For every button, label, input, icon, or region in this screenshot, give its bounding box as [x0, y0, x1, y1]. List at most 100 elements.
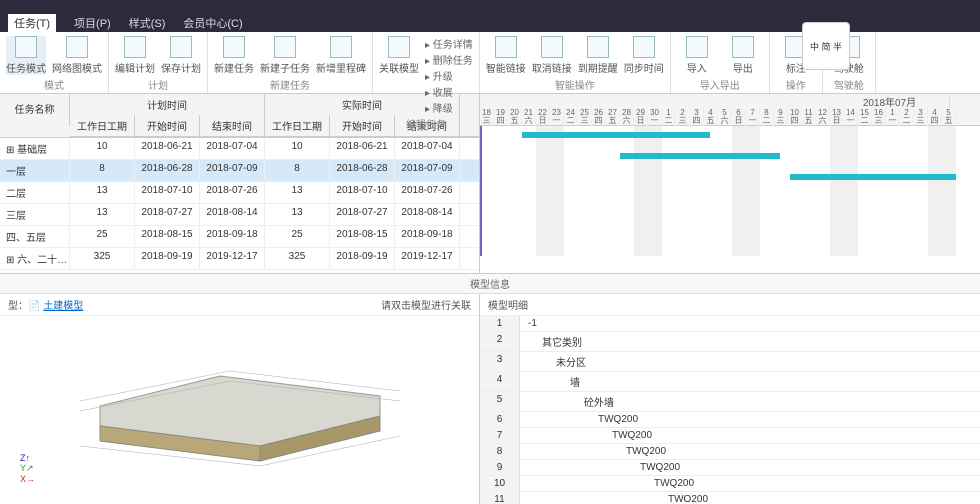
- ribbon-btn-3-0[interactable]: 关联模型: [379, 36, 419, 75]
- model-link[interactable]: 土建模型: [43, 301, 83, 312]
- col-header[interactable]: 工作日工期: [70, 115, 135, 136]
- model-detail-title: 模型明细: [480, 294, 980, 316]
- data-cell: 2018-08-14: [395, 204, 460, 225]
- title-bar: [0, 0, 980, 14]
- avatar[interactable]: 中 简 半: [802, 22, 850, 70]
- model-3d-view[interactable]: Z↑Y↗X→: [0, 316, 479, 504]
- data-cell: 2018-08-15: [135, 226, 200, 247]
- ribbon-group-label: 新建任务: [270, 76, 310, 93]
- detail-row[interactable]: 6TWQ200: [480, 412, 980, 428]
- detail-row[interactable]: 4墙: [480, 372, 980, 392]
- ribbon-btn-2-1[interactable]: 新建子任务: [260, 36, 310, 75]
- ribbon: 任务模式网络图模式模式编辑计划保存计划计划新建任务新建子任务新增里程碑新建任务关…: [0, 32, 980, 94]
- detail-row[interactable]: 2其它类别: [480, 332, 980, 352]
- col-header[interactable]: 工作日工期: [265, 115, 330, 136]
- row-number: 10: [480, 476, 520, 491]
- col-header[interactable]: 开始时间: [330, 115, 395, 136]
- detail-row[interactable]: 7TWQ200: [480, 428, 980, 444]
- row-value: TWO200: [520, 492, 716, 504]
- gantt-day: 14一: [844, 108, 858, 126]
- ribbon-btn-1-1[interactable]: 保存计划: [161, 36, 201, 75]
- menu-tasks[interactable]: 任务(T): [8, 14, 56, 32]
- table-row[interactable]: 四、五层252018-08-152018-09-18252018-08-1520…: [0, 226, 479, 248]
- table-row[interactable]: ⊞ 六、二十…3252018-09-192019-12-173252018-09…: [0, 248, 479, 270]
- ribbon-mini[interactable]: ▸ 删除任务: [425, 52, 473, 67]
- row-value: 未分区: [520, 352, 594, 371]
- task-name-cell: ⊞ 基础层: [0, 138, 70, 159]
- model-hint: 请双击模型进行关联: [381, 297, 471, 312]
- ribbon-icon: [388, 36, 410, 58]
- ribbon-btn-0-1[interactable]: 网络图模式: [52, 36, 102, 75]
- data-cell: 2018-09-19: [330, 248, 395, 269]
- axis-gizmo[interactable]: Z↑Y↗X→: [20, 453, 35, 484]
- menu-project[interactable]: 项目(P): [74, 15, 111, 31]
- gantt-bar[interactable]: [620, 153, 780, 159]
- data-cell: 2018-06-28: [330, 160, 395, 181]
- ribbon-btn-5-1[interactable]: 导出: [723, 36, 763, 75]
- gantt-day: 13日: [830, 108, 844, 126]
- data-cell: 2018-07-09: [395, 160, 460, 181]
- row-number: 9: [480, 460, 520, 475]
- detail-row[interactable]: 8TWQ200: [480, 444, 980, 460]
- row-number: 11: [480, 492, 520, 504]
- gantt-day: 6日: [732, 108, 746, 126]
- row-number: 7: [480, 428, 520, 443]
- ribbon-btn-5-0[interactable]: 导入: [677, 36, 717, 75]
- menu-style[interactable]: 样式(S): [129, 15, 166, 31]
- table-row[interactable]: 二层132018-07-102018-07-26132018-07-102018…: [0, 182, 479, 204]
- task-name-cell: 二层: [0, 182, 70, 203]
- gantt-day: 8二: [760, 108, 774, 126]
- col-header[interactable]: 结束时间: [200, 115, 265, 136]
- ribbon-btn-2-0[interactable]: 新建任务: [214, 36, 254, 75]
- data-cell: 2018-07-27: [135, 204, 200, 225]
- ribbon-btn-4-0[interactable]: 智能链接: [486, 36, 526, 75]
- gantt-bar[interactable]: [522, 132, 710, 138]
- gantt-bar[interactable]: [790, 174, 956, 180]
- menu-member[interactable]: 会员中心(C): [183, 15, 242, 31]
- ribbon-icon: [686, 36, 708, 58]
- gantt-day: 21六: [522, 108, 536, 126]
- ribbon-btn-label: 任务模式: [6, 60, 46, 75]
- gantt-day: 16三: [872, 108, 886, 126]
- detail-row[interactable]: 3未分区: [480, 352, 980, 372]
- ribbon-btn-4-3[interactable]: 同步时间: [624, 36, 664, 75]
- gantt-day: 30一: [648, 108, 662, 126]
- col-task-name: 任务名称: [0, 94, 70, 126]
- ribbon-btn-0-0[interactable]: 任务模式: [6, 36, 46, 75]
- ribbon-btn-label: 编辑计划: [115, 60, 155, 75]
- row-value: -1: [520, 316, 545, 331]
- detail-row[interactable]: 9TWQ200: [480, 460, 980, 476]
- gantt-day: 20五: [508, 108, 522, 126]
- gantt-chart[interactable]: 2018年07月 18三19四20五21六22日23一24二25三26四27五2…: [480, 94, 980, 273]
- row-value: TWQ200: [520, 428, 660, 443]
- model-panel: 型：📄 土建模型 请双击模型进行关联 Z↑Y↗X→: [0, 294, 480, 504]
- ribbon-icon: [633, 36, 655, 58]
- ribbon-group-label: 驾驶舱: [834, 76, 864, 93]
- data-cell: 2018-06-21: [330, 138, 395, 159]
- ribbon-btn-label: 保存计划: [161, 60, 201, 75]
- gantt-day: 18三: [480, 108, 494, 126]
- data-cell: 2018-09-18: [200, 226, 265, 247]
- table-row[interactable]: ⊞ 基础层102018-06-212018-07-04102018-06-212…: [0, 138, 479, 160]
- table-row[interactable]: 三层132018-07-272018-08-14132018-07-272018…: [0, 204, 479, 226]
- table-row[interactable]: 一层82018-06-282018-07-0982018-06-282018-0…: [0, 160, 479, 182]
- ribbon-mini[interactable]: ▸ 降级: [425, 100, 473, 115]
- detail-row[interactable]: 10TWQ200: [480, 476, 980, 492]
- gantt-playhead[interactable]: [480, 126, 482, 256]
- ribbon-mini[interactable]: ▸ 收展: [425, 84, 473, 99]
- ribbon-mini[interactable]: ▸ 任务详情: [425, 36, 473, 51]
- ribbon-btn-4-2[interactable]: 到期提醒: [578, 36, 618, 75]
- ribbon-icon: [223, 36, 245, 58]
- ribbon-btn-2-2[interactable]: 新增里程碑: [316, 36, 366, 75]
- col-header[interactable]: 开始时间: [135, 115, 200, 136]
- ribbon-btn-1-0[interactable]: 编辑计划: [115, 36, 155, 75]
- ribbon-icon: [66, 36, 88, 58]
- gantt-day: 5五: [942, 108, 956, 126]
- ribbon-btn-4-1[interactable]: 取消链接: [532, 36, 572, 75]
- detail-row[interactable]: 1-1: [480, 316, 980, 332]
- detail-row[interactable]: 11TWO200: [480, 492, 980, 504]
- gantt-day: 3三: [914, 108, 928, 126]
- ribbon-mini[interactable]: ▸ 升级: [425, 68, 473, 83]
- detail-row[interactable]: 5砼外墙: [480, 392, 980, 412]
- ribbon-btn-label: 导出: [733, 60, 753, 75]
